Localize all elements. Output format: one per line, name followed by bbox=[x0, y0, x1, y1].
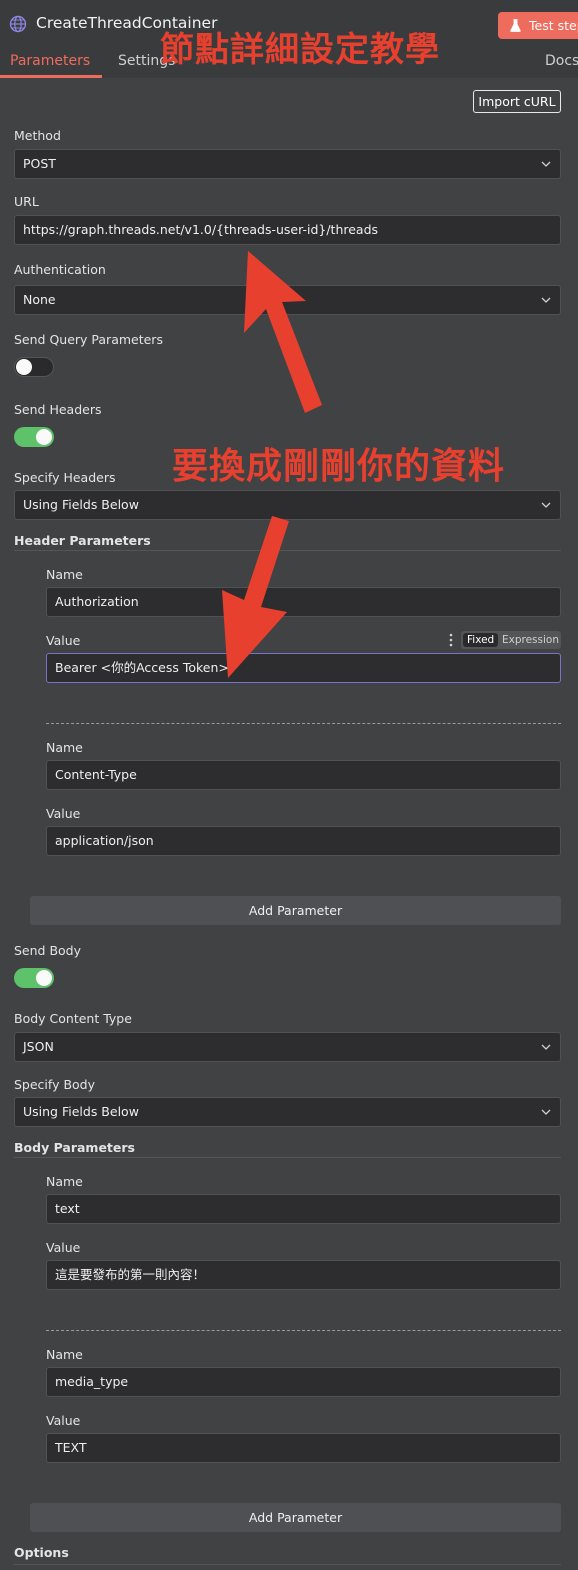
arrow-up-icon bbox=[244, 251, 322, 413]
arrow-down-icon bbox=[222, 516, 289, 678]
annotation-arrows bbox=[222, 251, 322, 678]
